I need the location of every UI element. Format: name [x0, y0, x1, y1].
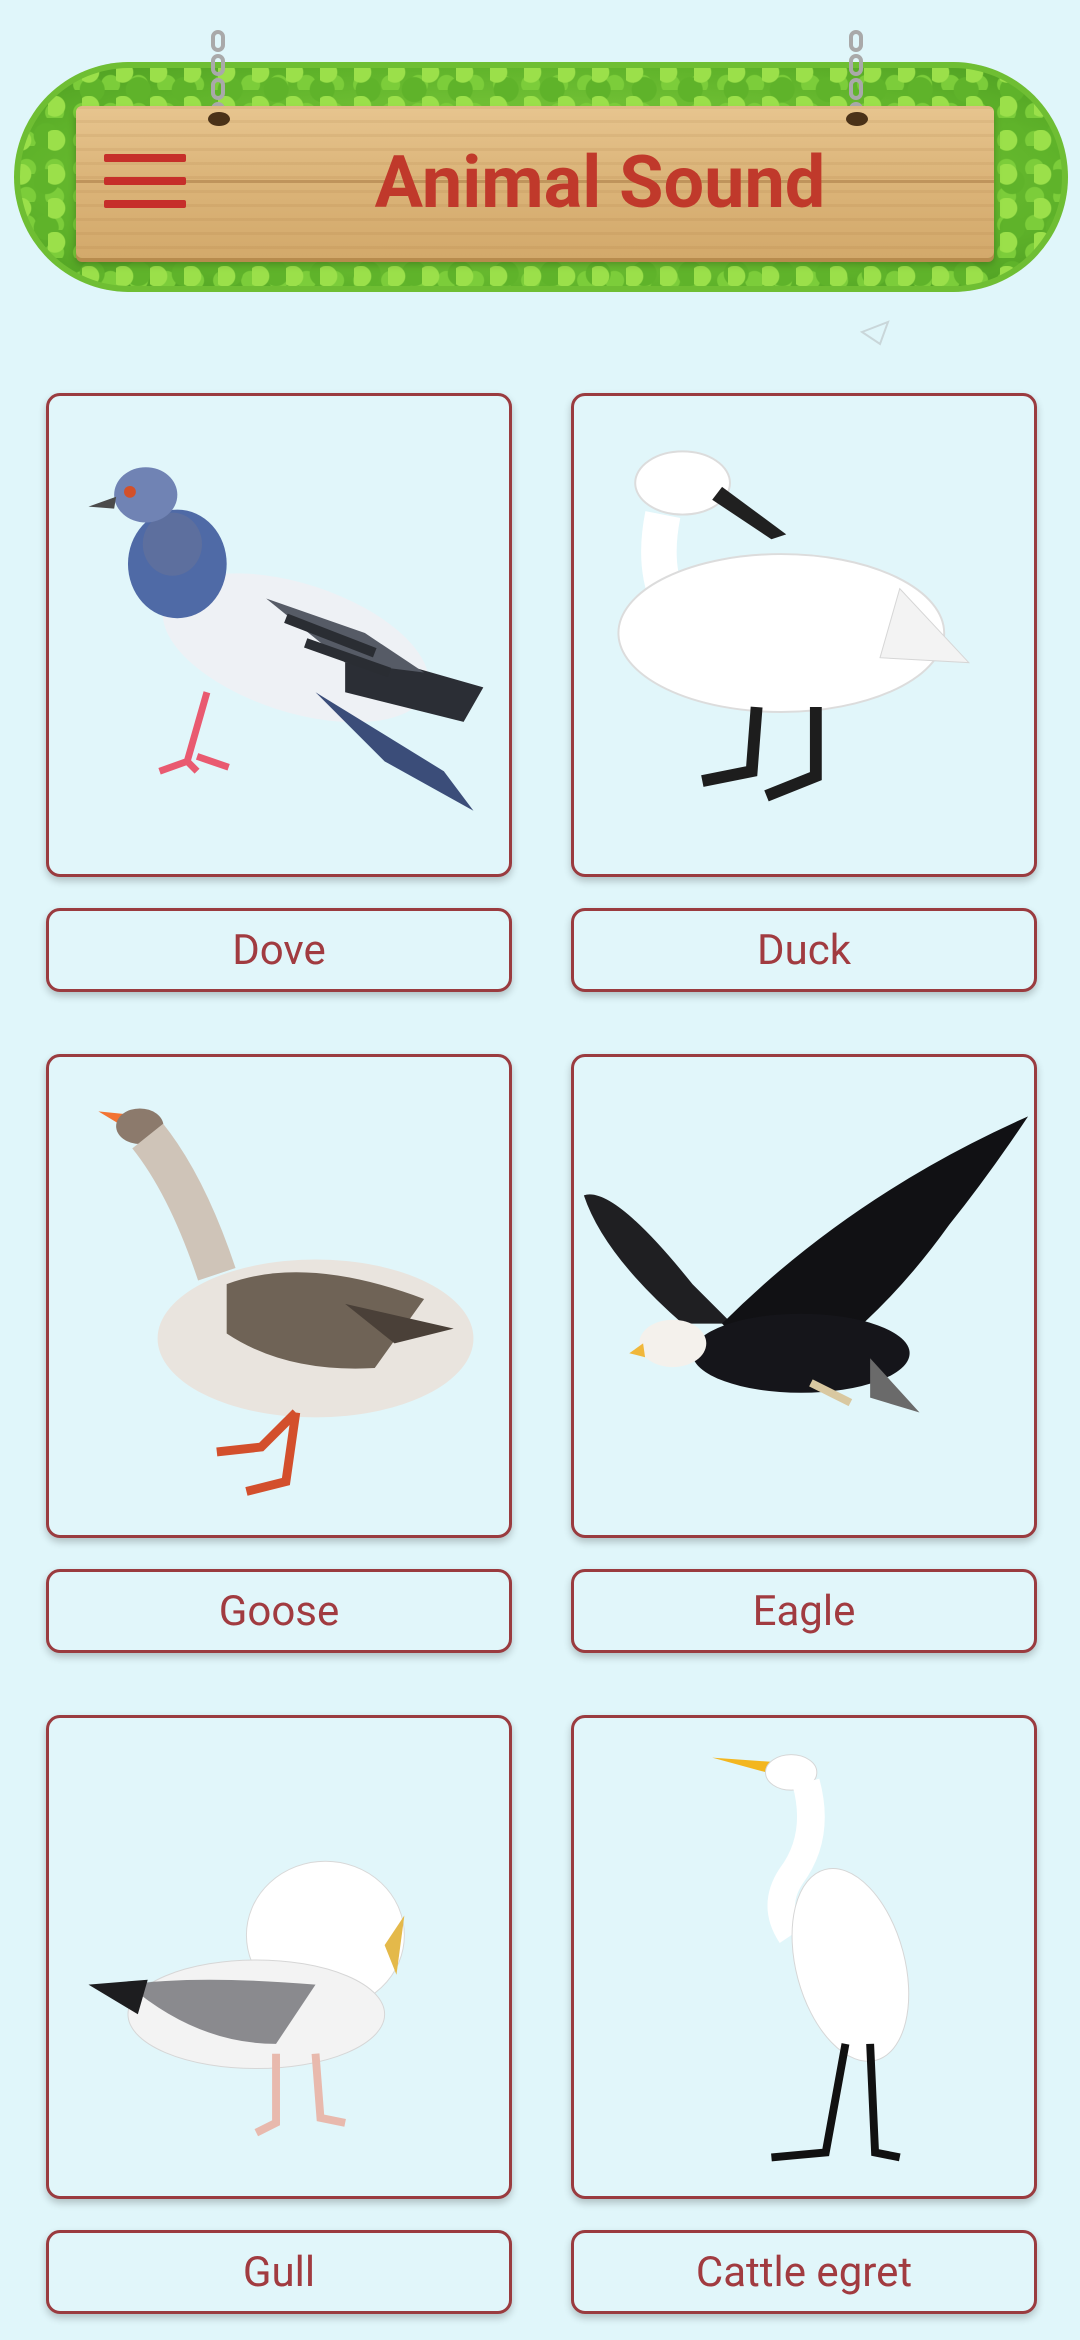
dove-image [88, 467, 484, 811]
hook-hole [208, 112, 230, 126]
animal-label-duck[interactable]: Duck [571, 908, 1037, 992]
page-title: Animal Sound [374, 140, 826, 225]
eagle-image [583, 1116, 1029, 1413]
animal-card-goose[interactable] [46, 1054, 512, 1538]
animal-card-cattle-egret[interactable] [571, 1715, 1037, 2199]
hook-hole [846, 112, 868, 126]
animal-label-eagle[interactable]: Eagle [571, 1569, 1037, 1653]
animal-card-duck[interactable] [571, 393, 1037, 877]
animal-card-gull[interactable] [46, 1715, 512, 2199]
animal-label-cattle-egret[interactable]: Cattle egret [571, 2230, 1037, 2314]
gull-image [88, 1860, 405, 2137]
goose-image [98, 1108, 474, 1496]
pointer-icon [859, 320, 890, 346]
animal-label-goose[interactable]: Goose [46, 1569, 512, 1653]
animal-label-dove[interactable]: Dove [46, 908, 512, 992]
animal-card-dove[interactable] [46, 393, 512, 877]
duck-image [617, 450, 971, 802]
menu-icon[interactable] [104, 152, 186, 210]
animal-label-gull[interactable]: Gull [46, 2230, 512, 2314]
cattle-egret-image [712, 1754, 910, 2162]
animal-card-eagle[interactable] [571, 1054, 1037, 1538]
app-header: Animal Sound [0, 0, 1080, 310]
